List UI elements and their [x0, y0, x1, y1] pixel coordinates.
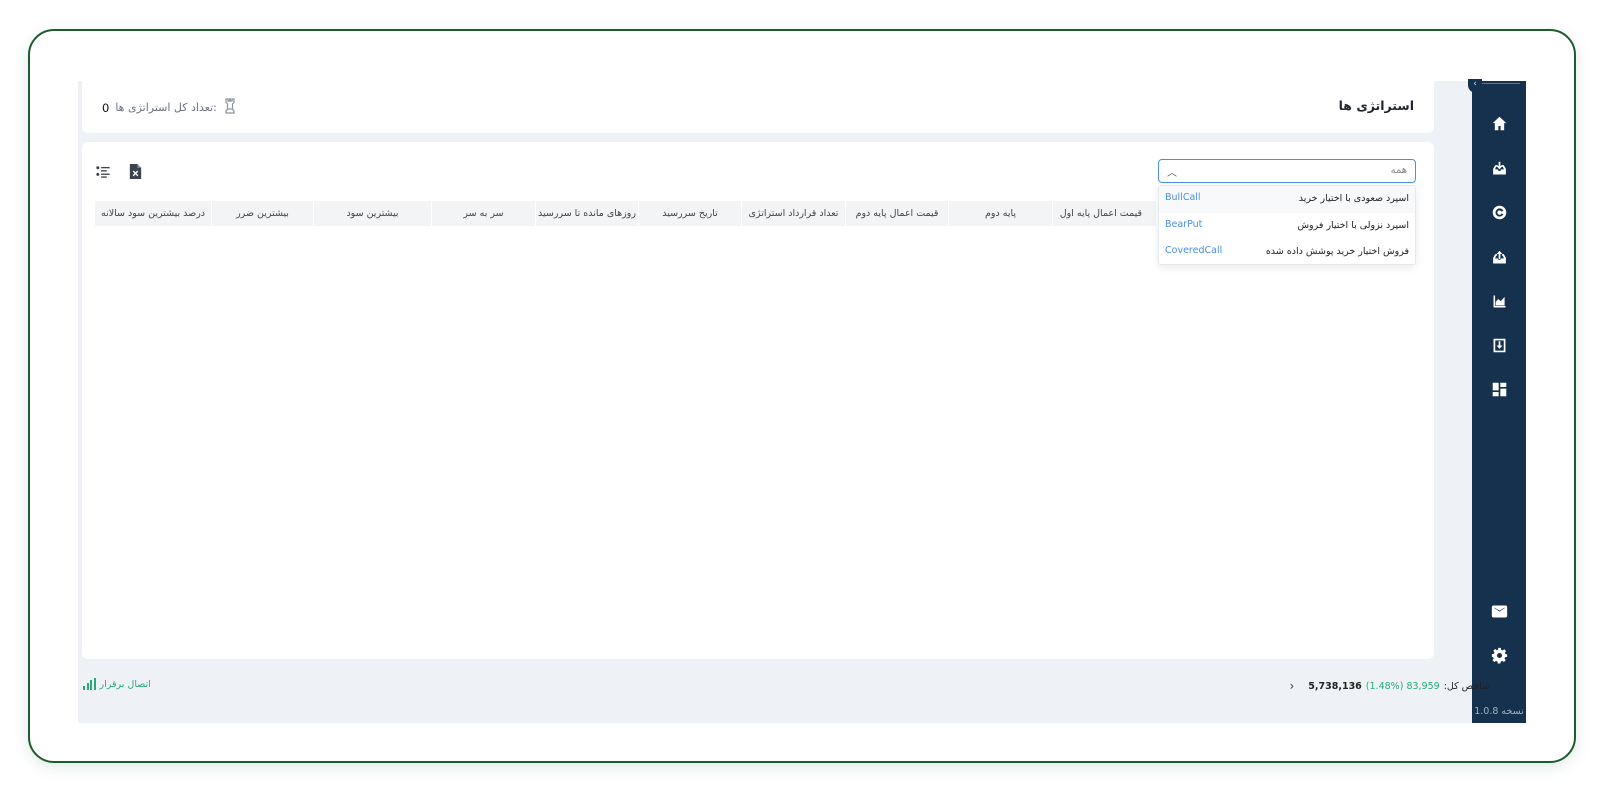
index-value: 5,738,136	[1308, 680, 1362, 692]
column-header[interactable]: تاریخ سررسید	[638, 201, 741, 226]
total-strategies: 0 تعداد کل استراتژی ها:	[102, 98, 237, 117]
upload-icon[interactable]	[1489, 247, 1509, 267]
download-icon[interactable]	[1489, 158, 1509, 178]
total-strategies-value: 0	[102, 100, 110, 115]
connection-status-label: اتصال برقرار	[99, 678, 151, 690]
column-list-button[interactable]	[94, 162, 112, 180]
column-header[interactable]: بیشترین ضرر	[211, 201, 313, 226]
signal-bars-icon	[83, 678, 96, 690]
market-index: شاخص کل: 83,959 (1.48%) 5,738,136 ‹	[1289, 679, 1490, 693]
sidebar: ‹ نسخه 1.0.8	[1468, 79, 1526, 723]
column-header[interactable]: روزهای مانده تا سررسید	[535, 201, 638, 226]
sidebar-divider	[1482, 83, 1520, 84]
dropdown-option-bullcall[interactable]: اسپرد صعودی با اختیار خرید BullCall	[1159, 186, 1415, 213]
dashboard-icon[interactable]	[1489, 379, 1509, 399]
column-header[interactable]: قیمت اعمال پایه اول	[1052, 201, 1156, 226]
chess-rook-icon	[223, 98, 237, 117]
column-header[interactable]: سر به سر	[431, 201, 535, 226]
sidebar-collapse-button[interactable]: ‹	[1468, 79, 1482, 93]
settings-icon[interactable]	[1489, 645, 1509, 665]
list-settings-icon	[95, 165, 110, 178]
total-strategies-label: تعداد کل استراتژی ها:	[115, 101, 217, 114]
strategies-panel: همه ︿ اسپرد صعودی با اختیار خرید BullCal…	[82, 142, 1434, 659]
dropdown-option-coveredcall[interactable]: فروش اختیار خرید پوشش داده شده CoveredCa…	[1159, 239, 1415, 266]
connection-status: اتصال برقرار	[83, 678, 151, 690]
mail-icon[interactable]	[1489, 601, 1509, 621]
header-card: استراتژی ها 0 تعداد کل استراتژی ها:	[82, 81, 1434, 133]
column-header[interactable]: درصد بیشترین سود سالانه	[94, 201, 211, 226]
strategy-type-dropdown: اسپرد صعودی با اختیار خرید BullCall اسپر…	[1158, 185, 1416, 265]
app-window: استراتژی ها 0 تعداد کل استراتژی ها: همه …	[78, 79, 1526, 723]
column-header[interactable]: قیمت اعمال پایه دوم	[845, 201, 948, 226]
column-header[interactable]: بیشترین سود	[313, 201, 431, 226]
home-icon[interactable]	[1489, 113, 1509, 133]
import-icon[interactable]	[1489, 335, 1509, 355]
app-version: نسخه 1.0.8	[1474, 706, 1524, 717]
chevron-left-icon[interactable]: ‹	[1289, 679, 1294, 693]
export-excel-button[interactable]	[126, 162, 144, 180]
strategy-type-select[interactable]: همه ︿	[1158, 159, 1416, 183]
excel-file-icon	[129, 163, 141, 179]
column-header[interactable]: تعداد قرارداد استراتژی	[741, 201, 845, 226]
index-label: شاخص کل:	[1443, 680, 1490, 692]
chevron-up-icon: ︿	[1167, 168, 1177, 179]
index-change: 83,959 (1.48%)	[1365, 680, 1440, 692]
chart-icon[interactable]	[1489, 291, 1509, 311]
column-header[interactable]: پایه دوم	[948, 201, 1052, 226]
refresh-icon[interactable]	[1489, 202, 1509, 222]
strategy-type-selected: همه	[1390, 165, 1407, 176]
table-header: قیمت اعمال پایه اول پایه دوم قیمت اعمال …	[94, 201, 1156, 226]
toolbar	[94, 162, 144, 180]
page-title: استراتژی ها	[1338, 98, 1414, 113]
dropdown-option-bearput[interactable]: اسپرد نزولی با اختیار فروش BearPut	[1159, 213, 1415, 240]
